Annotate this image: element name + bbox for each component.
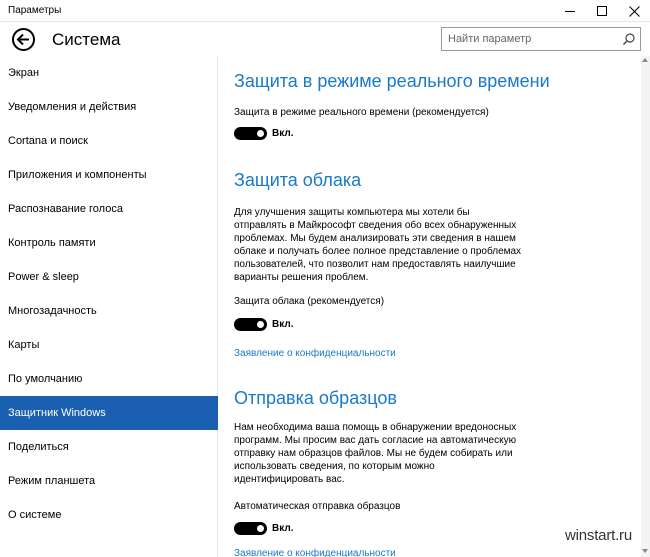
back-button[interactable] bbox=[12, 28, 35, 51]
sidebar-item-storage[interactable]: Контроль памяти bbox=[0, 226, 218, 260]
realtime-heading: Защита в режиме реального времени bbox=[234, 71, 550, 91]
page-title: Система bbox=[52, 30, 121, 49]
sidebar-item-cortana[interactable]: Cortana и поиск bbox=[0, 124, 218, 158]
watermark: winstart.ru bbox=[565, 527, 632, 544]
back-arrow-icon bbox=[16, 33, 29, 46]
realtime-toggle-state: Вкл. bbox=[272, 128, 294, 139]
sidebar-item-defender[interactable]: Защитник Windows bbox=[0, 396, 218, 430]
realtime-label: Защита в режиме реального времени (реком… bbox=[234, 107, 489, 118]
sidebar-item-speech[interactable]: Распознавание голоса bbox=[0, 192, 218, 226]
samples-label: Автоматическая отправка образцов bbox=[234, 501, 401, 512]
close-button[interactable] bbox=[618, 0, 650, 22]
minimize-icon bbox=[565, 10, 575, 12]
scrollbar[interactable] bbox=[641, 56, 650, 557]
toggle-track bbox=[234, 318, 267, 331]
search-input[interactable] bbox=[442, 28, 618, 50]
sidebar-item-defaults[interactable]: По умолчанию bbox=[0, 362, 218, 396]
cloud-privacy-link[interactable]: Заявление о конфиденциальности bbox=[234, 348, 396, 359]
sidebar-item-tablet[interactable]: Режим планшета bbox=[0, 464, 218, 498]
sidebar-item-share[interactable]: Поделиться bbox=[0, 430, 218, 464]
page-header: Система bbox=[0, 22, 650, 56]
scroll-down-icon[interactable] bbox=[642, 549, 648, 553]
maximize-button[interactable] bbox=[586, 0, 618, 22]
cloud-toggle[interactable] bbox=[234, 318, 267, 331]
toggle-knob bbox=[257, 321, 264, 328]
toggle-knob bbox=[257, 130, 264, 137]
search-box[interactable] bbox=[441, 27, 641, 51]
samples-toggle[interactable] bbox=[234, 522, 267, 535]
sidebar-item-apps[interactable]: Приложения и компоненты bbox=[0, 158, 218, 192]
samples-heading: Отправка образцов bbox=[234, 388, 397, 408]
cloud-toggle-state: Вкл. bbox=[272, 319, 294, 330]
toggle-track bbox=[234, 127, 267, 140]
minimize-button[interactable] bbox=[554, 0, 586, 22]
scroll-up-icon[interactable] bbox=[642, 58, 648, 62]
sidebar-item-notifications[interactable]: Уведомления и действия bbox=[0, 90, 218, 124]
title-bar: Параметры bbox=[0, 0, 650, 22]
sidebar-item-power[interactable]: Power & sleep bbox=[0, 260, 218, 294]
window-title: Параметры bbox=[8, 5, 62, 16]
maximize-icon bbox=[597, 6, 607, 16]
samples-privacy-link[interactable]: Заявление о конфиденциальности bbox=[234, 548, 396, 557]
toggle-track bbox=[234, 522, 267, 535]
samples-toggle-state: Вкл. bbox=[272, 523, 294, 534]
sidebar-item-screen[interactable]: Экран bbox=[0, 56, 218, 90]
sidebar: Экран Уведомления и действия Cortana и п… bbox=[0, 56, 218, 557]
content-pane: Защита в режиме реального времени Защита… bbox=[219, 56, 641, 557]
cloud-label: Защита облака (рекомендуется) bbox=[234, 296, 385, 307]
samples-description: Нам необходима ваша помощь в обнаружении… bbox=[234, 422, 517, 485]
search-icon[interactable] bbox=[622, 32, 636, 46]
toggle-knob bbox=[257, 525, 264, 532]
cloud-heading: Защита облака bbox=[234, 170, 362, 190]
realtime-toggle[interactable] bbox=[234, 127, 267, 140]
sidebar-item-about[interactable]: О системе bbox=[0, 498, 218, 532]
cloud-description: Для улучшения защиты компьютера мы хотел… bbox=[234, 207, 522, 283]
sidebar-item-maps[interactable]: Карты bbox=[0, 328, 218, 362]
sidebar-item-multitasking[interactable]: Многозадачность bbox=[0, 294, 218, 328]
close-icon bbox=[628, 5, 640, 17]
